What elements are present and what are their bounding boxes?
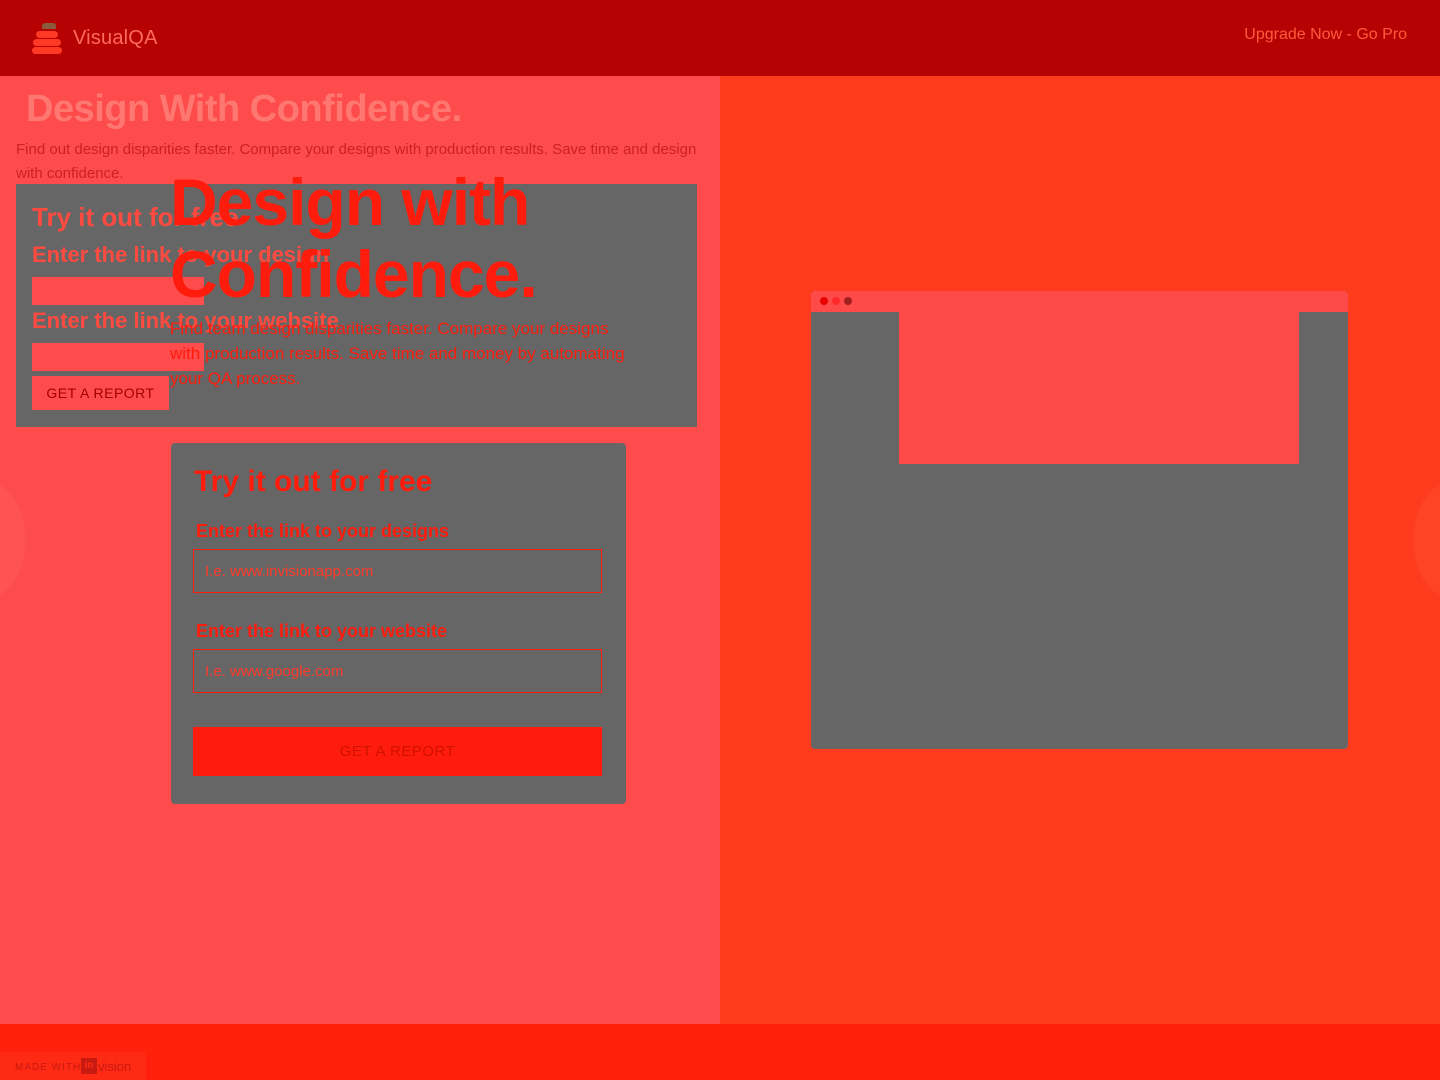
website-link-input[interactable] bbox=[193, 649, 602, 693]
hero-subtitle: Find team design disparities faster. Com… bbox=[170, 319, 625, 388]
logo[interactable]: VisualQA bbox=[30, 20, 158, 56]
form-title: Try it out for free bbox=[194, 465, 433, 498]
left-pane: Design With Confidence. Find out design … bbox=[0, 76, 720, 1024]
stacked-layers-logo-icon bbox=[30, 21, 64, 55]
ghost-report-button: GET A REPORT bbox=[32, 376, 169, 410]
browser-mockup bbox=[811, 291, 1348, 749]
logo-text: VisualQA bbox=[73, 26, 158, 49]
designs-link-input[interactable] bbox=[193, 549, 602, 593]
upgrade-link[interactable]: Upgrade Now - Go Pro bbox=[1244, 26, 1407, 44]
browser-titlebar bbox=[811, 291, 1348, 312]
invision-logo-icon: in bbox=[81, 1058, 97, 1074]
close-dot-icon bbox=[820, 297, 828, 305]
trial-form-card: Try it out for free Enter the link to yo… bbox=[171, 443, 626, 804]
ghost-title: Design With Confidence. bbox=[26, 88, 462, 130]
designs-link-label: Enter the link to your designs bbox=[196, 521, 450, 541]
website-link-label: Enter the link to your website bbox=[196, 621, 448, 641]
made-with-invision-badge[interactable]: MADE WITH in vision bbox=[0, 1052, 146, 1080]
browser-preview-image bbox=[899, 312, 1299, 464]
made-with-text: MADE WITH bbox=[15, 1062, 82, 1073]
invision-brand-text: vision bbox=[98, 1059, 132, 1074]
hero-title: Design with Confidence. bbox=[170, 165, 538, 311]
get-report-button[interactable]: GET A REPORT bbox=[193, 727, 602, 776]
top-navigation-bar: VisualQA Upgrade Now - Go Pro bbox=[0, 0, 1440, 76]
minimize-dot-icon bbox=[832, 297, 840, 305]
maximize-dot-icon bbox=[844, 297, 852, 305]
